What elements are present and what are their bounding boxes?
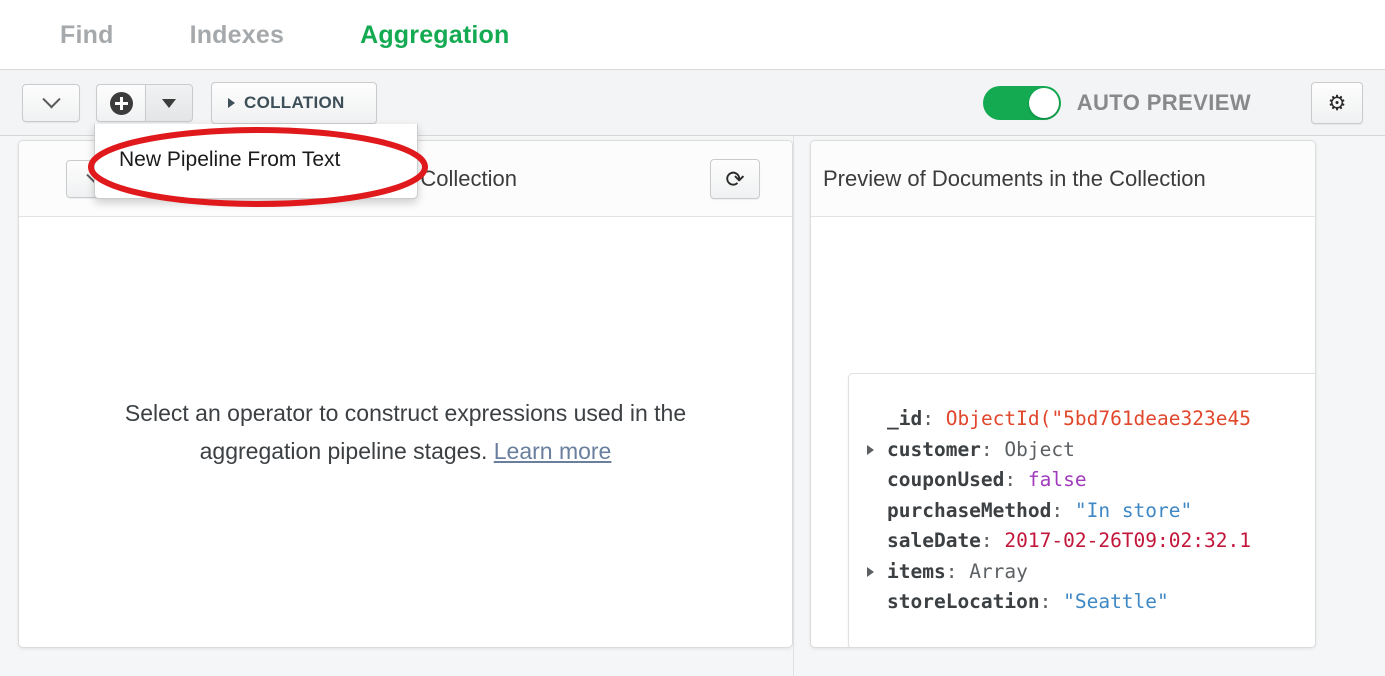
caret-down-icon [162,98,176,108]
add-stage-button[interactable] [96,84,145,122]
caret-right-icon [228,98,235,108]
tab-aggregation[interactable]: Aggregation [360,21,509,50]
collation-label: COLLATION [244,93,345,112]
doc-field-key: storeLocation [887,590,1040,613]
doc-field-value: "Seattle" [1063,590,1169,613]
new-pipeline-dropdown-menu: New Pipeline From Text [94,124,418,199]
doc-field-row: _id: ObjectId("5bd761deae323e45 [887,407,1251,430]
doc-field-value: Array [969,559,1028,583]
doc-field-value: ObjectId("5bd761deae323e45 [945,407,1251,430]
doc-field-key: customer [887,437,981,461]
add-stage-dropdown-button[interactable] [145,84,193,122]
preview-panel: Preview of Documents in the Collection _… [810,140,1316,648]
stage-empty-state: Select an operator to construct expressi… [19,217,792,647]
auto-preview-toggle[interactable] [982,86,1061,120]
expand-caret-icon[interactable] [867,566,874,577]
preview-body: _id: ObjectId("5bd761deae323e45 customer:… [811,217,1315,647]
doc-field-value: false [1027,468,1087,491]
collation-button[interactable]: COLLATION [211,82,377,124]
doc-field-value: "In store" [1074,498,1193,522]
doc-field-key: couponUsed [887,468,1005,491]
preview-header: Preview of Documents in the Collection [811,141,1315,217]
auto-preview-label: AUTO PREVIEW [1076,90,1251,115]
doc-field-key: purchaseMethod [887,498,1052,522]
tab-bar: Find Indexes Aggregation [0,0,1385,70]
doc-field-key: items [887,559,946,583]
document-card[interactable]: _id: ObjectId("5bd761deae323e45 customer:… [848,373,1315,647]
doc-field-row: customer: Object [867,435,1315,466]
tab-find[interactable]: Find [60,21,114,50]
menu-item-new-pipeline-from-text[interactable]: New Pipeline From Text [95,124,417,198]
doc-field-row: items: Array [867,557,1315,588]
plus-circle-icon [109,91,133,115]
doc-field-row: saleDate: 2017-02-26T09:02:32.1 [887,529,1251,552]
pipeline-stage-panel: 5000 Documents in the Collection ⟳ Selec… [18,140,793,648]
refresh-button[interactable]: ⟳ [710,159,760,199]
preview-title: Preview of Documents in the Collection [823,165,1206,191]
collapse-all-stages-button[interactable] [22,84,80,122]
doc-field-row: storeLocation: "Seattle" [887,590,1169,613]
chevron-down-icon [41,89,61,108]
doc-field-key: _id [887,407,923,430]
settings-button[interactable]: ⚙ [1311,82,1363,124]
doc-field-value: 2017-02-26T09:02:32.1 [1004,529,1251,552]
learn-more-link[interactable]: Learn more [494,438,612,464]
doc-field-row: couponUsed: false [887,468,1087,491]
toggle-knob [1028,88,1059,118]
gear-icon: ⚙ [1327,91,1347,115]
aggregation-builder-screen: Find Indexes Aggregation COLLATION AUTO … [0,0,1385,676]
expand-caret-icon[interactable] [867,444,874,455]
refresh-icon: ⟳ [725,165,745,192]
auto-preview-group: AUTO PREVIEW [982,84,1251,122]
tab-indexes[interactable]: Indexes [190,21,285,50]
panel-divider [793,136,794,676]
doc-field-row: purchaseMethod: "In store" [887,498,1193,522]
doc-field-key: saleDate [887,529,981,552]
doc-field-value: Object [1004,437,1075,461]
